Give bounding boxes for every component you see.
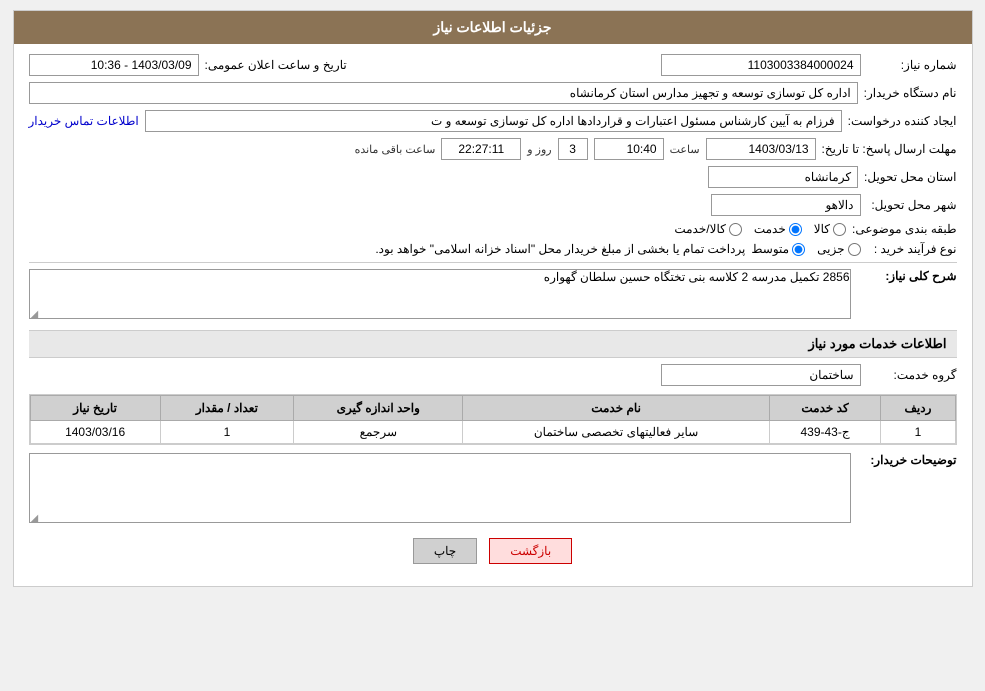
- row-sharhKolli: شرح کلی نیاز:: [29, 269, 957, 322]
- label-roz: روز و: [527, 143, 551, 156]
- value-mande: 22:27:11: [441, 138, 521, 160]
- label-shahrMahal: شهر محل تحویل:: [867, 198, 957, 212]
- label-sharhKolliNiaz: شرح کلی نیاز:: [857, 269, 957, 283]
- radio-kala-khadamat[interactable]: [729, 223, 742, 236]
- label-announcement: تاریخ و ساعت اعلان عمومی:: [205, 58, 347, 72]
- col-kodKhadamat: کد خدمت: [769, 396, 881, 421]
- label-khadamat: خدمت: [754, 222, 786, 236]
- row-tosifat: توضیحات خریدار:: [29, 453, 957, 526]
- label-mottaset: متوسط: [751, 242, 789, 256]
- radio-jozei[interactable]: [848, 243, 861, 256]
- cell-kodKhadamat: ج-43-439: [769, 421, 881, 444]
- label-kala: کالا: [814, 222, 830, 236]
- section-khadamat-title: اطلاعات خدمات مورد نیاز: [808, 336, 946, 351]
- cell-radif: 1: [881, 421, 955, 444]
- radio-option-khadamat: خدمت: [754, 222, 802, 236]
- label-mohlatErsalPasox: مهلت ارسال پاسخ: تا تاریخ:: [822, 142, 957, 156]
- khadamat-table: ردیف کد خدمت نام خدمت واحد اندازه گیری ت…: [30, 395, 956, 444]
- print-button[interactable]: چاپ: [413, 538, 477, 564]
- label-saat: ساعت: [670, 143, 700, 156]
- label-noFarayand: نوع فرآیند خرید :: [867, 242, 957, 256]
- label-namDastgah: نام دستگاه خریدار:: [864, 86, 957, 100]
- label-tabaqeBandi: طبقه بندی موضوعی:: [852, 222, 957, 236]
- col-tedad: تعداد / مقدار: [160, 396, 293, 421]
- row-mohlat: مهلت ارسال پاسخ: تا تاریخ: 1403/03/13 سا…: [29, 138, 957, 160]
- page-header: جزئیات اطلاعات نیاز: [14, 11, 972, 44]
- buttons-row: بازگشت چاپ: [29, 538, 957, 564]
- value-date: 1403/03/13: [706, 138, 816, 160]
- shahrKolli-wrapper: [29, 269, 851, 322]
- value-groohKhadamat: ساختمان: [661, 364, 861, 386]
- label-tosifatKharidar: توضیحات خریدار:: [857, 453, 957, 467]
- value-namDastgah: اداره کل توسازی توسعه و تجهیز مدارس استا…: [29, 82, 858, 104]
- divider-1: [29, 262, 957, 263]
- radio-option-jozei: جزیی: [817, 242, 860, 256]
- label-ijadKonande: ایجاد کننده درخواست:: [848, 114, 957, 128]
- back-button[interactable]: بازگشت: [489, 538, 572, 564]
- label-mande: ساعت باقی مانده: [355, 143, 436, 156]
- label-kala-khadamat: کالا/خدمت: [674, 222, 725, 236]
- table-row: 1ج-43-439سایر فعالیتهای تخصصی ساختمانسرج…: [30, 421, 955, 444]
- label-ostanMahal: استان محل تحویل:: [864, 170, 956, 184]
- row-groohKhadamat: گروه خدمت: ساختمان: [29, 364, 957, 386]
- radio-mottaset[interactable]: [792, 243, 805, 256]
- table-header-row: ردیف کد خدمت نام خدمت واحد اندازه گیری ت…: [30, 396, 955, 421]
- row-shomareNiaz: شماره نیاز: 1103003384000024 تاریخ و ساع…: [29, 54, 957, 76]
- header-title: جزئیات اطلاعات نیاز: [433, 19, 551, 35]
- row-shahrMahal: شهر محل تحویل: دالاهو: [29, 194, 957, 216]
- radio-group-farayand: جزیی متوسط: [751, 242, 860, 256]
- content-area: شماره نیاز: 1103003384000024 تاریخ و ساع…: [14, 44, 972, 586]
- col-namKhadamat: نام خدمت: [463, 396, 769, 421]
- value-roz: 3: [558, 138, 588, 160]
- value-shomareNiaz: 1103003384000024: [661, 54, 861, 76]
- value-ostanMahal: کرمانشاه: [708, 166, 858, 188]
- value-announcement: 1403/03/09 - 10:36: [29, 54, 199, 76]
- label-groohKhadamat: گروه خدمت:: [867, 368, 957, 382]
- label-jozei: جزیی: [817, 242, 844, 256]
- radio-option-kala-khadamat: کالا/خدمت: [674, 222, 741, 236]
- row-namDastgah: نام دستگاه خریدار: اداره کل توسازی توسعه…: [29, 82, 957, 104]
- cell-tedad: 1: [160, 421, 293, 444]
- radio-option-kala: کالا: [814, 222, 846, 236]
- radio-kala[interactable]: [833, 223, 846, 236]
- notice-text: پرداخت تمام یا بخشی از مبلغ خریدار محل "…: [29, 242, 746, 256]
- label-shomareNiaz: شماره نیاز:: [867, 58, 957, 72]
- page-container: جزئیات اطلاعات نیاز شماره نیاز: 11030033…: [13, 10, 973, 587]
- khadamat-table-container: ردیف کد خدمت نام خدمت واحد اندازه گیری ت…: [29, 394, 957, 445]
- row-ostanMahal: استان محل تحویل: کرمانشاه: [29, 166, 957, 188]
- textarea-sharhKolliNiaz[interactable]: [29, 269, 851, 319]
- col-radif: ردیف: [881, 396, 955, 421]
- row-noFarayand: نوع فرآیند خرید : جزیی متوسط پرداخت تمام…: [29, 242, 957, 256]
- section-khadamat: اطلاعات خدمات مورد نیاز: [29, 330, 957, 358]
- radio-group-tabaqe: کالا خدمت کالا/خدمت: [674, 222, 846, 236]
- row-ijadKonande: ایجاد کننده درخواست: فرزام به آیین کارشن…: [29, 110, 957, 132]
- textarea-tosifat[interactable]: [29, 453, 851, 523]
- cell-vahed: سرجمع: [294, 421, 463, 444]
- link-tamas-kharidar[interactable]: اطلاعات تماس خریدار: [29, 114, 139, 128]
- value-saat: 10:40: [594, 138, 664, 160]
- value-shahrMahal: دالاهو: [711, 194, 861, 216]
- cell-namKhadamat: سایر فعالیتهای تخصصی ساختمان: [463, 421, 769, 444]
- radio-option-mottaset: متوسط: [751, 242, 805, 256]
- col-vahed: واحد اندازه گیری: [294, 396, 463, 421]
- tosifat-wrapper: [29, 453, 851, 526]
- radio-khadamat[interactable]: [789, 223, 802, 236]
- row-tabaqeBandi: طبقه بندی موضوعی: کالا خدمت کالا/خدمت: [29, 222, 957, 236]
- col-tarikh: تاریخ نیاز: [30, 396, 160, 421]
- value-ijadKonande: فرزام به آیین کارشناس مسئول اعتبارات و ق…: [145, 110, 842, 132]
- cell-tarikh: 1403/03/16: [30, 421, 160, 444]
